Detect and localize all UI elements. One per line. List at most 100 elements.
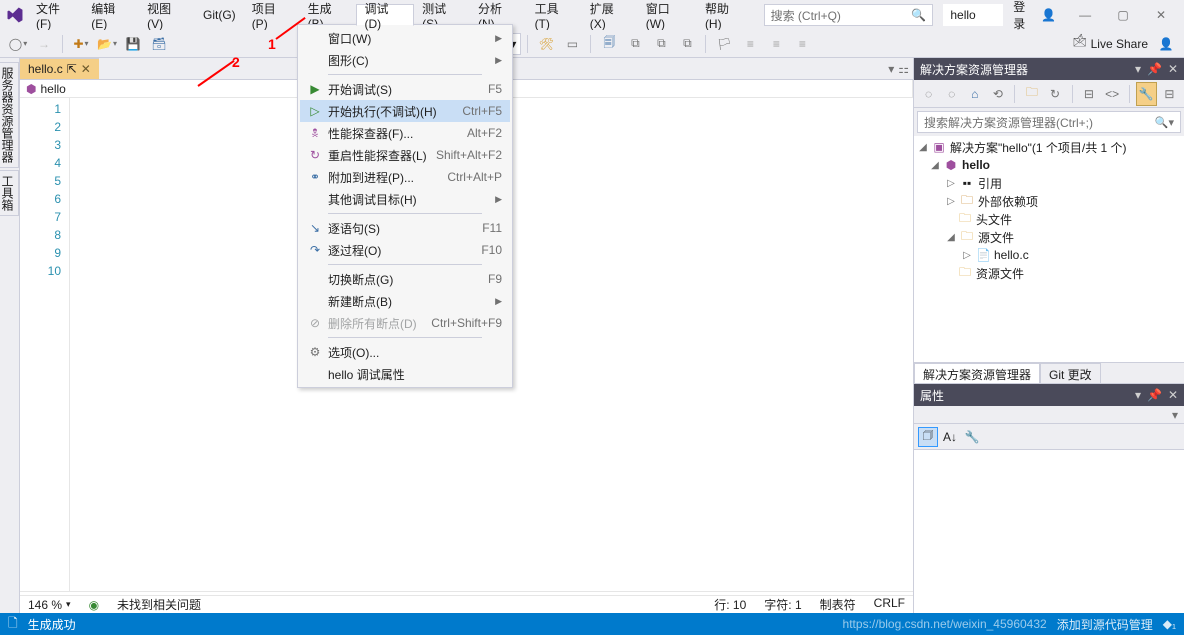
solution-tree[interactable]: ◢▣ 解决方案"hello"(1 个项目/共 1 个) ◢⬢ hello ▷▪▪… xyxy=(914,136,1184,362)
dd-step-into[interactable]: ↘逐语句(S)F11 xyxy=(300,217,510,239)
dd-new-bp[interactable]: 新建断点(B)▶ xyxy=(300,290,510,312)
menu-project[interactable]: 项目(P) xyxy=(244,4,300,26)
menu-file[interactable]: 文件(F) xyxy=(28,4,83,26)
se-props-icon[interactable]: 🔧 xyxy=(1136,82,1157,106)
solution-config[interactable]: hello xyxy=(943,4,1003,26)
issues-label: 未找到相关问题 xyxy=(117,596,201,613)
minimize-button[interactable]: — xyxy=(1068,3,1102,27)
tb-btn-4[interactable]: ⧉ xyxy=(623,32,647,56)
se-collapse-icon[interactable]: ⊟ xyxy=(1078,82,1099,106)
rail-toolbox[interactable]: 工具箱 xyxy=(0,170,19,216)
tab-dropdown-icon[interactable]: ▾ xyxy=(888,62,894,76)
panel-pin-icon[interactable]: 📌 xyxy=(1147,388,1162,402)
tb-btn-1[interactable]: 🛠 xyxy=(534,32,558,56)
nav-combo-member[interactable]: 局范围) xyxy=(467,80,914,97)
tab-git-changes[interactable]: Git 更改 xyxy=(1040,363,1101,383)
dd-other-targets[interactable]: 其他调试目标(H)▶ xyxy=(300,188,510,210)
tree-refs[interactable]: ▷▪▪ 引用 xyxy=(918,174,1180,192)
zoom-control[interactable]: 146 % ▾ xyxy=(28,598,71,612)
tree-resource[interactable]: 🗀 资源文件 xyxy=(918,264,1180,282)
dd-debug-props[interactable]: hello 调试属性 xyxy=(300,363,510,385)
menu-git[interactable]: Git(G) xyxy=(195,4,244,26)
tb-btn-5[interactable]: ⧉ xyxy=(649,32,673,56)
new-project-button[interactable]: ✚▾ xyxy=(69,32,93,56)
se-code-icon[interactable]: <> xyxy=(1102,82,1123,106)
feedback-button[interactable]: 👤 xyxy=(1154,32,1178,56)
menu-analyze[interactable]: 分析(N) xyxy=(470,4,527,26)
menu-test[interactable]: 测试(S) xyxy=(414,4,470,26)
tb-btn-2[interactable]: ▭ xyxy=(560,32,584,56)
menu-edit[interactable]: 编辑(E) xyxy=(83,4,139,26)
pin-icon[interactable]: ⇱ xyxy=(67,62,77,76)
panel-dropdown-icon[interactable]: ▾ xyxy=(1135,388,1141,402)
close-tab-icon[interactable]: ✕ xyxy=(81,62,91,76)
se-fwd-icon[interactable]: ◌ xyxy=(941,82,962,106)
panel-close-icon[interactable]: ✕ xyxy=(1168,62,1178,76)
se-back-icon[interactable]: ◌ xyxy=(918,82,939,106)
props-wrench-button[interactable]: 🔧 xyxy=(962,427,982,447)
tb-btn-10[interactable]: ≡ xyxy=(790,32,814,56)
maximize-button[interactable]: ▢ xyxy=(1106,3,1140,27)
nav-back-button[interactable]: ◯▾ xyxy=(6,32,30,56)
tree-project[interactable]: ◢⬢ hello xyxy=(918,156,1180,174)
close-button[interactable]: ✕ xyxy=(1144,3,1178,27)
tb-btn-9[interactable]: ≡ xyxy=(764,32,788,56)
status-source-control[interactable]: 添加到源代码管理 xyxy=(1057,616,1153,633)
dd-options[interactable]: ⚙选项(O)... xyxy=(300,341,510,363)
search-icon: 🔍▾ xyxy=(1155,116,1174,129)
line-num: 3 xyxy=(20,136,61,154)
live-share-button[interactable]: 🖄 Live Share xyxy=(1073,33,1148,54)
search-input[interactable]: 搜索 (Ctrl+Q) 🔍 xyxy=(764,4,934,26)
tab-home-icon[interactable]: ⚏ xyxy=(898,62,909,76)
se-home-icon[interactable]: ⌂ xyxy=(964,82,985,106)
dd-step-over[interactable]: ↷逐过程(O)F10 xyxy=(300,239,510,261)
menu-help[interactable]: 帮助(H) xyxy=(697,4,754,26)
dd-relaunch-perf[interactable]: ↻重启性能探查器(L)Shift+Alt+F2 xyxy=(300,144,510,166)
main-toolbar: ◯▾ → ✚▾ 📂▾ 💾 🗃 ▶ 本地 Windows 调试器 ▾ 🛠 ▭ 🗐 … xyxy=(0,30,1184,58)
menu-window[interactable]: 窗口(W) xyxy=(638,4,697,26)
dd-start-debug[interactable]: ▶开始调试(S)F5 xyxy=(300,78,510,100)
panel-pin-icon[interactable]: 📌 xyxy=(1147,62,1162,76)
nav-forward-button[interactable]: → xyxy=(32,32,56,56)
dd-graphics[interactable]: 图形(C)▶ xyxy=(300,49,510,71)
tb-btn-3[interactable]: 🗐 xyxy=(597,32,621,56)
tree-source[interactable]: ◢🗀 源文件 xyxy=(918,228,1180,246)
save-all-button[interactable]: 🗃 xyxy=(147,32,171,56)
se-preview-icon[interactable]: ⊟ xyxy=(1159,82,1180,106)
tree-file-hello[interactable]: ▷📄 hello.c xyxy=(918,246,1180,264)
properties-toolbar: 🗇 A↓ 🔧 xyxy=(914,424,1184,450)
props-cat-button[interactable]: 🗇 xyxy=(918,427,938,447)
status-push-icon[interactable]: ◆₁ xyxy=(1163,617,1176,631)
save-button[interactable]: 💾 xyxy=(121,32,145,56)
panel-dropdown-icon[interactable]: ▾ xyxy=(1135,62,1141,76)
tree-headers[interactable]: 🗀 头文件 xyxy=(918,210,1180,228)
se-showall-icon[interactable]: 🗀 xyxy=(1021,82,1042,106)
menu-view[interactable]: 视图(V) xyxy=(139,4,195,26)
solution-explorer-search[interactable]: 搜索解决方案资源管理器(Ctrl+;) 🔍▾ xyxy=(917,111,1181,133)
tb-btn-7[interactable]: 🏳 xyxy=(712,32,736,56)
se-sync-icon[interactable]: ⟲ xyxy=(987,82,1008,106)
status-icon: 🗋 xyxy=(8,614,18,635)
dd-perf-profiler[interactable]: 🕱性能探查器(F)...Alt+F2 xyxy=(300,122,510,144)
properties-selector[interactable]: ▾ xyxy=(914,406,1184,424)
panel-close-icon[interactable]: ✕ xyxy=(1168,388,1178,402)
tree-external[interactable]: ▷🗀 外部依赖项 xyxy=(918,192,1180,210)
menu-build[interactable]: 生成(B) xyxy=(300,4,356,26)
file-tab-hello[interactable]: hello.c ⇱ ✕ xyxy=(20,58,99,79)
dd-toggle-bp[interactable]: 切换断点(G)F9 xyxy=(300,268,510,290)
rail-server-explorer[interactable]: 服务器资源管理器 xyxy=(0,62,19,168)
props-az-button[interactable]: A↓ xyxy=(940,427,960,447)
login-button[interactable]: 登录 👤 xyxy=(1005,0,1064,32)
menu-debug[interactable]: 调试(D) xyxy=(356,4,415,26)
right-panel: 解决方案资源管理器 ▾ 📌 ✕ ◌ ◌ ⌂ ⟲ 🗀 ↻ ⊟ <> 🔧 ⊟ 搜索解… xyxy=(914,58,1184,613)
se-refresh-icon[interactable]: ↻ xyxy=(1044,82,1065,106)
dd-attach[interactable]: ⚭附加到进程(P)...Ctrl+Alt+P xyxy=(300,166,510,188)
menu-tools[interactable]: 工具(T) xyxy=(527,4,582,26)
open-button[interactable]: 📂▾ xyxy=(95,32,119,56)
tb-btn-8[interactable]: ≡ xyxy=(738,32,762,56)
tab-solution-explorer[interactable]: 解决方案资源管理器 xyxy=(914,363,1040,383)
tree-solution[interactable]: ◢▣ 解决方案"hello"(1 个项目/共 1 个) xyxy=(918,138,1180,156)
menu-extensions[interactable]: 扩展(X) xyxy=(582,4,638,26)
dd-start-no-debug[interactable]: ▷开始执行(不调试)(H)Ctrl+F5 xyxy=(300,100,510,122)
tb-btn-6[interactable]: ⧉ xyxy=(675,32,699,56)
